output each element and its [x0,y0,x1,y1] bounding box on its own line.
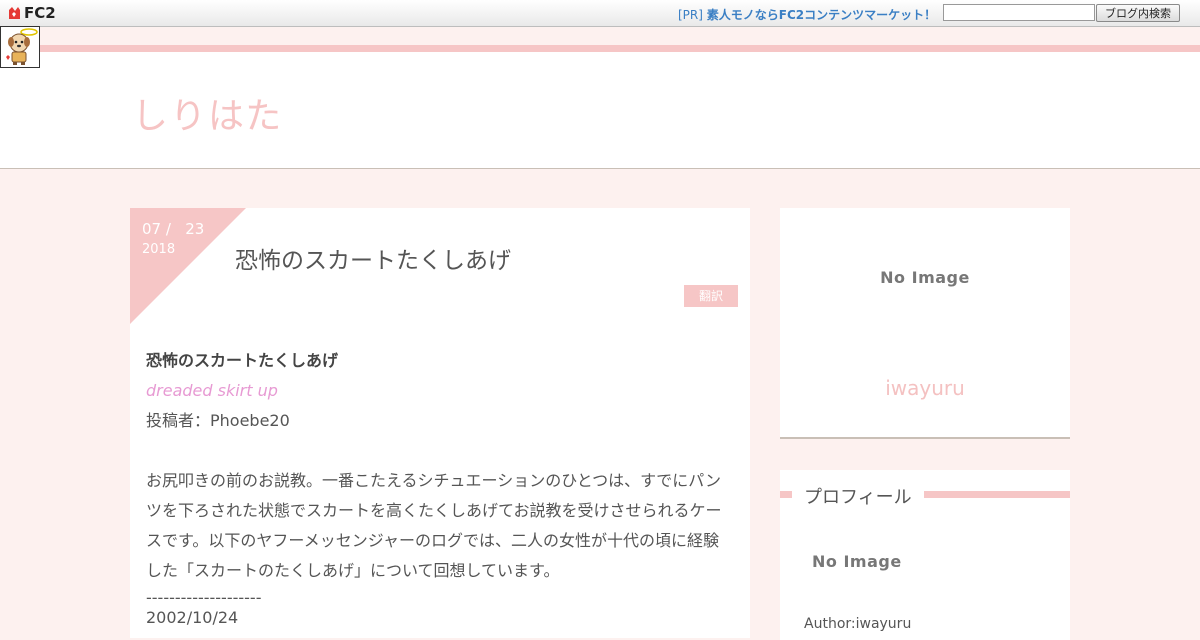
entry-poster: 投稿者：Phoebe20 [146,411,290,430]
entry-title[interactable]: 恐怖のスカートたくしあげ [235,241,511,275]
sidebar-profile-box: プロフィール No Image Author:iwayuru [780,470,1070,640]
profile-no-image: No Image [812,552,902,571]
header-pink-line [0,45,1200,52]
paragraph-line: お尻叩きの前のお説教。一番こたえるシチュエーションのひとつは、すでにパン [146,471,722,490]
pr-link[interactable]: [PR] 素人モノならFC2コンテンツマーケット！ [678,6,936,23]
pr-prefix: [PR] [678,8,703,22]
blog-header: しりはた [0,27,1200,169]
entry-date-month-day: 07 / 23 [142,220,205,238]
profile-title-bar-right [924,491,1070,498]
mascot-icon[interactable] [0,26,40,68]
author-no-image: No Image [880,268,970,287]
entry-body: 恐怖のスカートたくしあげ dreaded skirt up 投稿者：Phoebe… [146,346,736,628]
fc2-logo[interactable]: FC2 [6,4,56,22]
header-top-band [0,27,1200,45]
fc2-logo-icon [9,7,20,19]
fc2-logo-text: FC2 [24,4,56,22]
fc2-top-bar: FC2 [PR] 素人モノならFC2コンテンツマーケット！ ブログ内検索 [0,0,1200,27]
article-entry: 07 / 23 2018 恐怖のスカートたくしあげ 翻訳 恐怖のスカートたくしあ… [130,208,750,638]
entry-separator: -------------------- [146,588,262,607]
pr-text: 素人モノならFC2コンテンツマーケット！ [706,8,937,22]
translate-button[interactable]: 翻訳 [684,285,738,307]
profile-title: プロフィール [804,487,912,508]
profile-title-bar-left [780,491,792,498]
blog-search-input[interactable] [943,4,1095,21]
paragraph-line: ツを下ろされた状態でスカートを高くたくしあげてお説教を受けさせられるケー [146,501,722,520]
entry-log-date: 2002/10/24 [146,608,239,627]
entry-paragraph: お尻叩きの前のお説教。一番こたえるシチュエーションのひとつは、すでにパン ツを下… [146,466,731,586]
paragraph-line: スです。以下のヤフーメッセンジャーのログでは、二人の女性が十代の頃に経験 [146,531,719,550]
entry-date-year: 2018 [142,242,176,257]
entry-body-heading: 恐怖のスカートたくしあげ [146,351,339,370]
paragraph-line: した「スカートのたくしあげ」について回想しています。 [146,561,560,580]
blog-search-button[interactable]: ブログ内検索 [1096,4,1180,22]
mascot-character-icon [6,28,38,65]
sidebar-author-box: No Image iwayuru [780,208,1070,439]
sidebar-author-name[interactable]: iwayuru [780,376,1070,400]
site-title[interactable]: しりはた [132,87,283,139]
entry-english-title: dreaded skirt up [146,381,278,400]
